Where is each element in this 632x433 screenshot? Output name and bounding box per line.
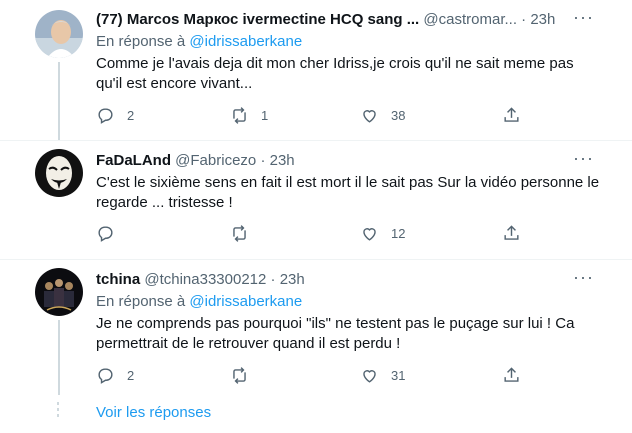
tweet-text: C'est le sixième sens en fait il est mor… xyxy=(96,173,616,213)
like-count: 38 xyxy=(391,108,406,123)
retweet-button[interactable] xyxy=(230,366,261,385)
heart-icon xyxy=(363,110,376,123)
reply-button[interactable]: 2 xyxy=(96,366,134,385)
reply-icon xyxy=(98,368,113,384)
reply-prefix: En réponse à xyxy=(96,33,186,50)
share-icon xyxy=(504,367,519,382)
more-options-icon[interactable]: ··· xyxy=(573,268,594,286)
avatar[interactable] xyxy=(35,268,83,316)
reply-context: En réponse à @idrissaberkane xyxy=(96,32,616,52)
more-options-icon[interactable]: ··· xyxy=(573,149,594,167)
tweet-text: Je ne comprends pas pourquoi "ils" ne te… xyxy=(96,314,616,354)
tweet-2[interactable]: FaDaLAnd @Fabricezo · 23h ··· C'est le s… xyxy=(0,141,632,259)
share-button[interactable] xyxy=(502,106,521,125)
more-options-icon[interactable]: ··· xyxy=(573,8,594,26)
display-name[interactable]: FaDaLAnd xyxy=(96,152,171,169)
reply-context: En réponse à @idrissaberkane xyxy=(96,292,616,312)
avatar[interactable] xyxy=(35,149,83,197)
tweet-text-line: C'est le sixième sens en fait il est mor… xyxy=(96,174,600,191)
timestamp[interactable]: 23h xyxy=(270,152,295,169)
separator-dot: · xyxy=(270,271,276,288)
retweet-icon xyxy=(233,225,246,242)
like-count: 31 xyxy=(391,368,406,383)
separator-dot: · xyxy=(521,11,527,28)
heart-icon xyxy=(363,370,376,383)
show-replies-link[interactable]: Voir les réponses xyxy=(96,404,211,421)
reply-count: 2 xyxy=(127,368,135,383)
heart-icon xyxy=(363,228,376,241)
handle[interactable]: @tchina33300212 xyxy=(144,271,266,288)
display-name[interactable]: tchina xyxy=(96,271,140,288)
tweet-text-line: Je ne comprends pas pourquoi "ils" ne te… xyxy=(96,315,575,332)
display-name[interactable]: (77) Marcos Маркос ivermectine HCQ sang … xyxy=(96,11,419,28)
reply-icon xyxy=(98,108,113,124)
reply-count: 2 xyxy=(127,108,135,123)
timestamp[interactable]: 23h xyxy=(530,11,555,28)
share-button[interactable] xyxy=(502,366,521,385)
handle[interactable]: @Fabricezo xyxy=(175,152,256,169)
thread-continuation-dots xyxy=(57,402,60,420)
tweet-text: Comme je l'avais deja dit mon cher Idris… xyxy=(96,54,616,94)
reply-button[interactable]: 2 xyxy=(96,106,134,125)
like-count: 12 xyxy=(391,226,406,241)
separator-dot: · xyxy=(260,152,266,169)
tweet-text-line: regarde ... tristesse ! xyxy=(96,194,233,211)
reply-icon xyxy=(98,226,113,242)
share-button[interactable] xyxy=(502,224,521,243)
share-icon xyxy=(504,107,519,122)
retweet-button[interactable]: 1 xyxy=(230,106,268,125)
reply-prefix: En réponse à xyxy=(96,293,186,310)
handle[interactable]: @castromar... xyxy=(423,11,517,28)
reply-button[interactable] xyxy=(96,224,127,243)
timestamp[interactable]: 23h xyxy=(280,271,305,288)
tweet-text-line: qu'il est encore vivant... xyxy=(96,75,253,92)
retweet-button[interactable] xyxy=(230,224,261,243)
retweet-icon xyxy=(233,367,246,384)
reply-mention-link[interactable]: @idrissaberkane xyxy=(189,293,302,310)
share-icon xyxy=(504,225,519,240)
reply-mention-link[interactable]: @idrissaberkane xyxy=(189,33,302,50)
tweet-1[interactable]: (77) Marcos Маркос ivermectine HCQ sang … xyxy=(0,0,632,140)
like-button[interactable]: 31 xyxy=(360,366,405,385)
retweet-count: 1 xyxy=(261,108,269,123)
like-button[interactable]: 12 xyxy=(360,224,405,243)
tweet-text-line: permettrait de le retrouver quand il est… xyxy=(96,335,401,352)
avatar[interactable] xyxy=(35,10,83,58)
like-button[interactable]: 38 xyxy=(360,106,405,125)
tweet-text-line: Comme je l'avais deja dit mon cher Idris… xyxy=(96,55,574,72)
retweet-icon xyxy=(233,107,246,124)
tweet-3[interactable]: tchina @tchina33300212 · 23h ··· En répo… xyxy=(0,260,632,433)
